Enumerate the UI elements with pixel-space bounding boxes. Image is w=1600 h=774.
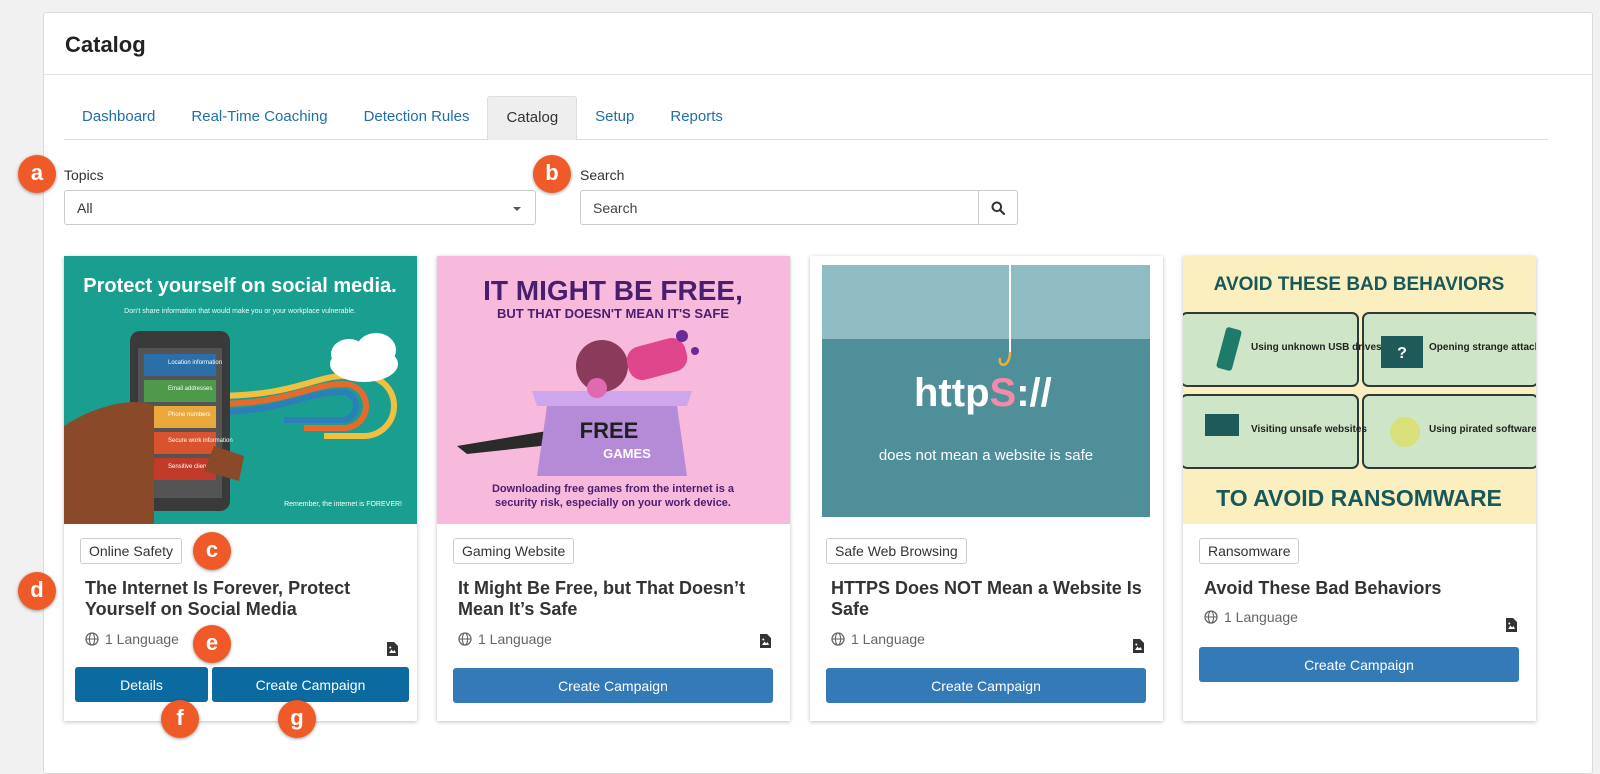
card-title[interactable]: The Internet Is Forever, Protect Yoursel… bbox=[85, 578, 405, 620]
callout-c: c bbox=[193, 532, 231, 570]
image-file-icon bbox=[1506, 618, 1517, 632]
svg-text:Visiting unsafe websites: Visiting unsafe websites bbox=[1251, 424, 1367, 435]
search-icon bbox=[991, 201, 1005, 215]
svg-text:?: ? bbox=[1397, 345, 1407, 362]
create-campaign-button[interactable]: Create Campaign bbox=[1199, 647, 1519, 682]
page-title: Catalog bbox=[65, 32, 146, 57]
tab-catalog[interactable]: Catalog bbox=[487, 96, 578, 140]
tab-dashboard[interactable]: Dashboard bbox=[64, 96, 173, 138]
language-count: 1 Language bbox=[458, 631, 552, 647]
svg-text:Opening strange attachments: Opening strange attachments bbox=[1429, 342, 1536, 353]
callout-b: b bbox=[533, 155, 571, 193]
callout-g: g bbox=[278, 700, 316, 738]
callout-e: e bbox=[193, 625, 231, 663]
tab-bar: Dashboard Real-Time Coaching Detection R… bbox=[64, 96, 1548, 140]
tab-reports[interactable]: Reports bbox=[652, 96, 741, 138]
svg-text:FREE: FREE bbox=[580, 418, 639, 443]
card-thumbnail-free-games: IT MIGHT BE FREE, BUT THAT DOESN'T MEAN … bbox=[437, 256, 790, 524]
tab-setup[interactable]: Setup bbox=[577, 96, 652, 138]
catalog-card-2[interactable]: IT MIGHT BE FREE, BUT THAT DOESN'T MEAN … bbox=[437, 256, 790, 721]
catalog-card-4[interactable]: AVOID THESE BAD BEHAVIORS ? Using unknow… bbox=[1183, 256, 1536, 721]
create-campaign-button[interactable]: Create Campaign bbox=[453, 668, 773, 703]
tab-detection-rules[interactable]: Detection Rules bbox=[346, 96, 488, 138]
svg-text:Phone numbers: Phone numbers bbox=[168, 412, 210, 418]
search-button[interactable] bbox=[978, 190, 1018, 225]
globe-icon bbox=[1204, 610, 1218, 624]
topic-tag: Safe Web Browsing bbox=[826, 538, 967, 564]
globe-icon bbox=[831, 632, 845, 646]
search-input[interactable] bbox=[580, 190, 980, 225]
card-thumbnail-social-media: Protect yourself on social media. Don't … bbox=[64, 256, 417, 524]
card-title[interactable]: It Might Be Free, but That Doesn’t Mean … bbox=[458, 578, 778, 620]
svg-text:GAMES: GAMES bbox=[603, 446, 651, 461]
create-campaign-button[interactable]: Create Campaign bbox=[212, 667, 409, 702]
search-label: Search bbox=[580, 167, 625, 183]
topics-label: Topics bbox=[64, 167, 104, 183]
globe-icon bbox=[458, 632, 472, 646]
callout-a: a bbox=[18, 155, 56, 193]
svg-text:Using pirated software: Using pirated software bbox=[1429, 424, 1536, 435]
svg-text:TO AVOID RANSOMWARE: TO AVOID RANSOMWARE bbox=[1216, 485, 1502, 511]
svg-text:Don't share information that w: Don't share information that would make … bbox=[124, 308, 356, 315]
callout-f: f bbox=[161, 700, 199, 738]
svg-text:Remember, the internet is FORE: Remember, the internet is FOREVER! bbox=[284, 501, 402, 508]
tab-real-time-coaching[interactable]: Real-Time Coaching bbox=[173, 96, 345, 138]
svg-text:Location information: Location information bbox=[168, 360, 222, 366]
svg-text:BUT THAT DOESN'T MEAN IT'S SAF: BUT THAT DOESN'T MEAN IT'S SAFE bbox=[497, 306, 729, 321]
chevron-down-icon bbox=[513, 207, 521, 211]
language-count-text: 1 Language bbox=[851, 631, 925, 647]
svg-text:Using unknown USB drives: Using unknown USB drives bbox=[1251, 342, 1382, 353]
create-campaign-button[interactable]: Create Campaign bbox=[826, 668, 1146, 703]
language-count-text: 1 Language bbox=[478, 631, 552, 647]
topics-selected-value: All bbox=[77, 200, 93, 216]
thumb-headline: Protect yourself on social media. bbox=[83, 275, 396, 297]
image-file-icon bbox=[387, 642, 398, 656]
card-title[interactable]: HTTPS Does NOT Mean a Website Is Safe bbox=[831, 578, 1151, 620]
svg-text:does not mean a website is saf: does not mean a website is safe bbox=[879, 447, 1093, 464]
language-count-text: 1 Language bbox=[1224, 609, 1298, 625]
callout-d: d bbox=[18, 572, 56, 610]
topic-tag: Ransomware bbox=[1199, 538, 1300, 564]
catalog-card-1[interactable]: Protect yourself on social media. Don't … bbox=[64, 256, 417, 721]
svg-text:Downloading free games from th: Downloading free games from the internet… bbox=[492, 483, 735, 495]
card-thumbnail-ransomware: AVOID THESE BAD BEHAVIORS ? Using unknow… bbox=[1183, 256, 1536, 524]
svg-text:AVOID THESE BAD BEHAVIORS: AVOID THESE BAD BEHAVIORS bbox=[1214, 274, 1505, 295]
panel-header: Catalog bbox=[44, 13, 1592, 75]
details-button[interactable]: Details bbox=[75, 667, 208, 702]
svg-text:security risk, especially on y: security risk, especially on your work d… bbox=[495, 497, 731, 509]
topics-select[interactable]: All bbox=[64, 190, 536, 225]
language-count: 1 Language bbox=[1204, 609, 1298, 625]
image-file-icon bbox=[1133, 639, 1144, 653]
topic-tag: Online Safety bbox=[80, 538, 183, 564]
topic-tag: Gaming Website bbox=[453, 538, 575, 564]
svg-text:Email addresses: Email addresses bbox=[168, 386, 212, 392]
language-count: 1 Language bbox=[85, 631, 179, 647]
card-title[interactable]: Avoid These Bad Behaviors bbox=[1204, 578, 1524, 599]
language-count-text: 1 Language bbox=[105, 631, 179, 647]
catalog-card-3[interactable]: httpS:// does not mean a website is safe… bbox=[810, 256, 1163, 721]
svg-text:Secure work information: Secure work information bbox=[168, 438, 233, 444]
svg-text:IT MIGHT BE FREE,: IT MIGHT BE FREE, bbox=[483, 275, 743, 306]
image-file-icon bbox=[760, 634, 771, 648]
globe-icon bbox=[85, 632, 99, 646]
svg-text:httpS://: httpS:// bbox=[914, 371, 1052, 415]
language-count: 1 Language bbox=[831, 631, 925, 647]
card-thumbnail-https: httpS:// does not mean a website is safe bbox=[810, 256, 1163, 524]
